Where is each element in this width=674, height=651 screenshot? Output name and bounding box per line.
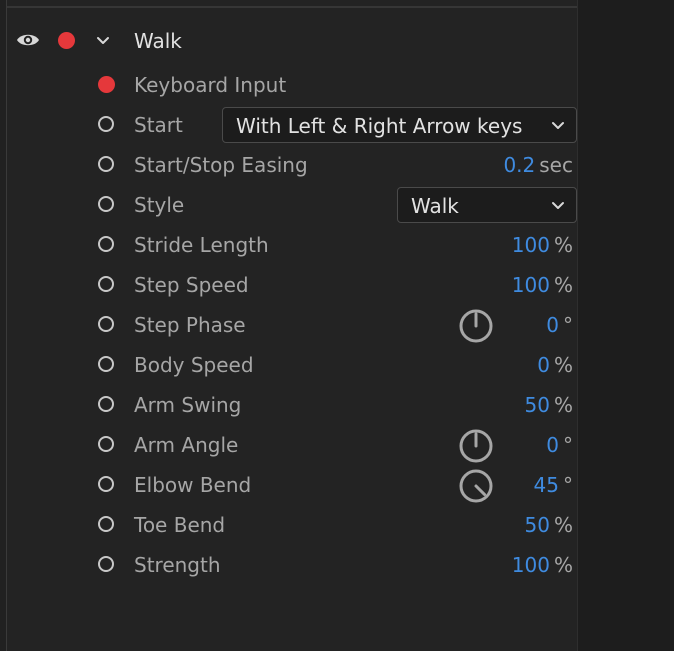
param-row-elbow-bend: Elbow Bend 45 ° (7, 467, 578, 503)
param-label: Start (134, 113, 183, 137)
value-number[interactable]: 100 (512, 273, 550, 297)
param-row-start: Start With Left & Right Arrow keys (7, 107, 578, 143)
keyframe-toggle-icon[interactable] (98, 396, 114, 412)
rotation-dial-icon[interactable] (458, 428, 494, 464)
value-number[interactable]: 50 (525, 513, 550, 537)
keyframe-toggle-icon[interactable] (98, 476, 114, 492)
adjacent-panel-strip (577, 0, 674, 651)
param-row-style: Style Walk (7, 187, 578, 223)
param-label: Keyboard Input (134, 73, 287, 97)
chevron-down-icon[interactable] (95, 33, 111, 49)
value-number[interactable]: 0 (546, 313, 559, 337)
value-number[interactable]: 0 (546, 433, 559, 457)
value-unit: % (553, 233, 573, 257)
param-value[interactable]: 50% (525, 393, 573, 417)
param-label: Body Speed (134, 353, 254, 377)
param-row-start-stop-easing: Start/Stop Easing 0.2 sec (7, 147, 578, 183)
keyframe-toggle-icon[interactable] (98, 196, 114, 212)
keyframe-toggle-icon[interactable] (98, 516, 114, 532)
value-unit: % (553, 393, 573, 417)
value-number[interactable]: 0.2 (503, 153, 535, 177)
param-row-arm-swing: Arm Swing 50% (7, 387, 578, 423)
value-number[interactable]: 50 (525, 393, 550, 417)
record-dot-icon[interactable] (58, 32, 75, 49)
keyframe-toggle-icon[interactable] (98, 556, 114, 572)
dropdown-value: Walk (411, 194, 459, 218)
param-label: Step Speed (134, 273, 249, 297)
keyframe-toggle-icon[interactable] (98, 356, 114, 372)
style-dropdown[interactable]: Walk (397, 187, 577, 223)
eye-icon[interactable] (16, 31, 40, 49)
value-number[interactable]: 100 (512, 233, 550, 257)
start-dropdown[interactable]: With Left & Right Arrow keys (222, 107, 577, 143)
param-label: Step Phase (134, 313, 246, 337)
record-dot-icon[interactable] (98, 76, 115, 93)
chevron-down-icon (552, 202, 564, 209)
param-label: Arm Angle (134, 433, 239, 457)
param-row-arm-angle: Arm Angle 0 ° (7, 427, 578, 463)
param-label: Strength (134, 553, 221, 577)
value-unit: % (553, 353, 573, 377)
keyframe-toggle-icon[interactable] (98, 436, 114, 452)
value-unit: ° (563, 433, 573, 457)
param-row-step-speed: Step Speed 100% (7, 267, 578, 303)
param-row-body-speed: Body Speed 0% (7, 347, 578, 383)
value-unit: % (553, 553, 573, 577)
param-label: Elbow Bend (134, 473, 252, 497)
param-value[interactable]: 100% (512, 233, 573, 257)
value-unit: ° (563, 473, 573, 497)
param-value[interactable]: 50% (525, 513, 573, 537)
param-row-stride-length: Stride Length 100% (7, 227, 578, 263)
param-value[interactable]: 0.2 sec (503, 153, 573, 177)
value-number[interactable]: 100 (512, 553, 550, 577)
chevron-down-icon (552, 122, 564, 129)
param-value[interactable]: 0 ° (546, 433, 573, 457)
param-label: Style (134, 193, 185, 217)
value-unit: ° (563, 313, 573, 337)
value-unit: sec (539, 153, 573, 177)
keyframe-toggle-icon[interactable] (98, 156, 114, 172)
param-value[interactable]: 0 ° (546, 313, 573, 337)
value-unit: % (553, 513, 573, 537)
dropdown-value: With Left & Right Arrow keys (236, 114, 523, 138)
rotation-dial-icon[interactable] (458, 468, 494, 504)
param-label: Start/Stop Easing (134, 153, 308, 177)
value-unit: % (553, 273, 573, 297)
param-value[interactable]: 100% (512, 553, 573, 577)
value-number[interactable]: 0 (537, 353, 550, 377)
keyframe-toggle-icon[interactable] (98, 236, 114, 252)
group-title: Walk (134, 29, 182, 53)
value-number[interactable]: 45 (534, 473, 559, 497)
param-label: Toe Bend (134, 513, 226, 537)
param-row-keyboard-input: Keyboard Input (7, 67, 578, 103)
param-row-step-phase: Step Phase 0 ° (7, 307, 578, 343)
group-header-walk[interactable]: Walk (7, 22, 578, 60)
param-value[interactable]: 0% (537, 353, 573, 377)
rotation-dial-icon[interactable] (458, 308, 494, 344)
properties-panel: Walk Keyboard Input Start With Left & Ri… (6, 0, 578, 651)
panel-divider (7, 6, 578, 8)
param-label: Stride Length (134, 233, 269, 257)
param-value[interactable]: 45 ° (534, 473, 573, 497)
param-label: Arm Swing (134, 393, 242, 417)
param-value[interactable]: 100% (512, 273, 573, 297)
keyframe-toggle-icon[interactable] (98, 316, 114, 332)
param-row-toe-bend: Toe Bend 50% (7, 507, 578, 543)
keyframe-toggle-icon[interactable] (98, 116, 114, 132)
keyframe-toggle-icon[interactable] (98, 276, 114, 292)
param-row-strength: Strength 100% (7, 547, 578, 583)
